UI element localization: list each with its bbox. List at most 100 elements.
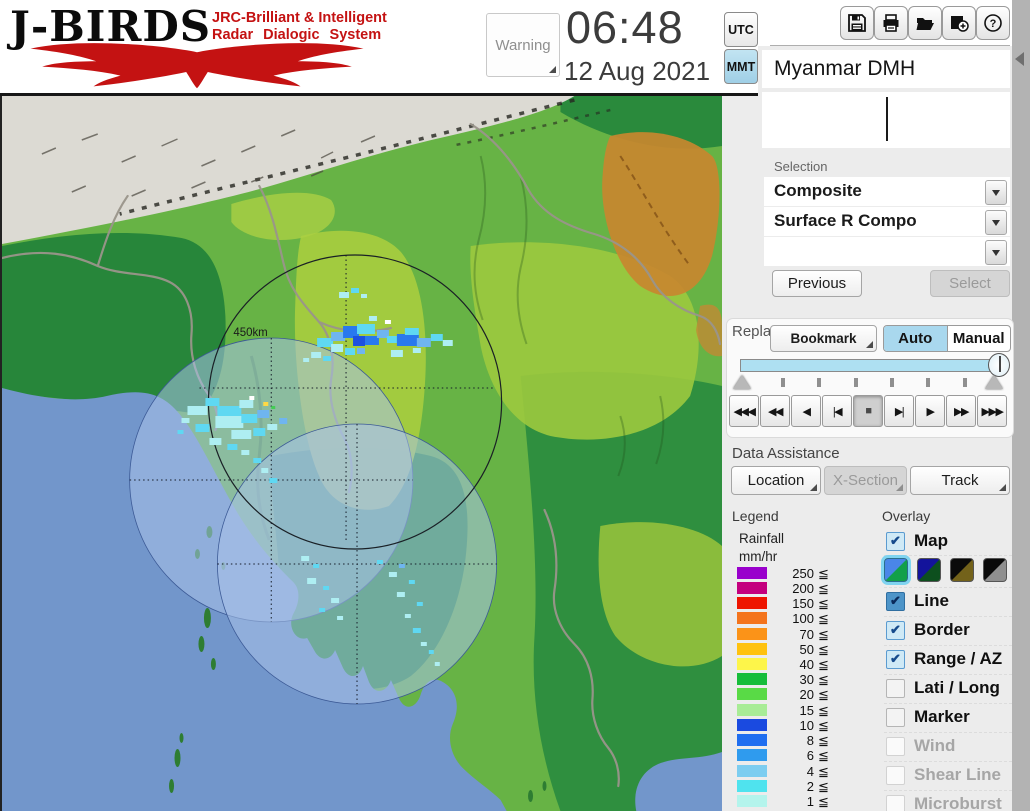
eagle-logo-icon [6, 36, 388, 90]
warning-button[interactable]: Warning [486, 13, 560, 77]
x-section-button[interactable]: X-Section [824, 466, 907, 495]
overlay-row-microburst: Microburst [884, 790, 1012, 811]
legend-value: 50 [768, 642, 814, 657]
help-icon: ? [983, 13, 1003, 33]
replay-timeline-slider[interactable] [740, 359, 1002, 372]
fast-rewind-button[interactable]: ◀◀◀ [729, 395, 759, 427]
timeline-slider-handle[interactable] [988, 353, 1010, 377]
legend-swatch [737, 749, 767, 761]
overlay-row-wind: Wind [884, 732, 1012, 761]
range-az-checkbox[interactable] [886, 650, 905, 669]
radar-map-viewport[interactable]: 450km [0, 96, 722, 811]
chevron-down-icon[interactable] [985, 240, 1007, 265]
play-reverse-button[interactable]: ◀ [791, 395, 821, 427]
composite-dropdown[interactable]: Composite [764, 177, 1010, 206]
selection-section-label: Selection [774, 159, 827, 174]
rewind-button[interactable]: ◀◀ [760, 395, 790, 427]
timeline-tick [963, 378, 967, 387]
location-button[interactable]: Location [731, 466, 821, 495]
shear-line-checkbox [886, 766, 905, 785]
legend-swatch [737, 719, 767, 731]
map-checkbox[interactable] [886, 532, 905, 551]
microburst-checkbox [886, 795, 905, 811]
mmt-button[interactable]: MMT [724, 49, 758, 84]
clock-time: 06:48 [566, 2, 684, 54]
overlay-row-range-az[interactable]: Range / AZ [884, 645, 1012, 674]
legend-swatch [737, 673, 767, 685]
info-divider [886, 97, 888, 141]
legend-value: 70 [768, 627, 814, 642]
parameter-dropdown[interactable] [764, 237, 1010, 266]
auto-mode-button[interactable]: Auto [884, 326, 948, 351]
product-dropdown-value: Surface R Compo [774, 211, 917, 231]
legend-unit-line2: mm/hr [739, 549, 777, 564]
print-icon [881, 13, 901, 33]
timeline-start-marker[interactable] [733, 375, 751, 389]
open-folder-button[interactable] [908, 6, 942, 40]
lati-long-checkbox[interactable] [886, 679, 905, 698]
map-style-swatch-2[interactable] [917, 558, 941, 582]
overlay-row-line[interactable]: Line [884, 587, 1012, 616]
legend-value: 15 [768, 703, 814, 718]
panel-collapse-strip[interactable] [1012, 0, 1030, 811]
product-dropdown[interactable]: Surface R Compo [764, 207, 1010, 236]
fastest-forward-button[interactable]: ▶▶▶ [977, 395, 1007, 427]
map-style-swatch-1[interactable] [884, 558, 908, 582]
bookmark-button[interactable]: Bookmark [770, 325, 877, 352]
utc-button[interactable]: UTC [724, 12, 758, 47]
overlay-row-marker[interactable]: Marker [884, 703, 1012, 732]
overlay-row-map[interactable]: Map [884, 528, 1012, 557]
timeline-end-marker[interactable] [985, 375, 1003, 389]
step-forward-button[interactable]: ▶| [884, 395, 914, 427]
manual-mode-button[interactable]: Manual [948, 326, 1011, 351]
legend-swatch [737, 734, 767, 746]
help-button[interactable]: ? [976, 6, 1010, 40]
station-info-box [762, 92, 1010, 148]
track-button[interactable]: Track [910, 466, 1010, 495]
stop-button[interactable]: ■ [853, 395, 883, 427]
fast-forward-button[interactable]: ▶▶ [946, 395, 976, 427]
legend-swatch [737, 628, 767, 640]
warning-label: Warning [495, 37, 550, 54]
save-icon [847, 13, 867, 33]
legend-swatch [737, 704, 767, 716]
timeline-tick [926, 378, 930, 387]
legend-value: 6 [768, 748, 814, 763]
legend-swatch [737, 582, 767, 594]
border-checkbox[interactable] [886, 621, 905, 640]
svg-text:?: ? [990, 18, 997, 30]
clock-date: 12 Aug 2021 [564, 56, 710, 87]
data-assistance-label: Data Assistance [732, 445, 840, 462]
legend-value: 200 [768, 581, 814, 596]
print-button[interactable] [874, 6, 908, 40]
previous-button[interactable]: Previous [772, 270, 862, 297]
play-button[interactable]: ▶ [915, 395, 945, 427]
save-button[interactable] [840, 6, 874, 40]
collapse-arrow-icon[interactable] [1015, 52, 1024, 66]
overlay-section-label: Overlay [882, 508, 930, 524]
step-back-button[interactable]: |◀ [822, 395, 852, 427]
marker-checkbox[interactable] [886, 708, 905, 727]
register-image-button[interactable] [942, 6, 976, 40]
legend-section-label: Legend [732, 508, 779, 524]
map-style-swatch-3[interactable] [950, 558, 974, 582]
wind-checkbox [886, 737, 905, 756]
legend-unit-line1: Rainfall [739, 531, 784, 546]
open-folder-icon [915, 13, 935, 33]
map-style-swatch-4[interactable] [983, 558, 1007, 582]
chevron-down-icon[interactable] [985, 210, 1007, 235]
register-image-icon [949, 13, 969, 33]
legend-value: 40 [768, 657, 814, 672]
legend-swatch [737, 765, 767, 777]
toolbar-separator [770, 45, 1010, 46]
top-bar: J-BIRDS JRC-Brilliant & Intelligent Rada… [0, 0, 758, 96]
timeline-tick [854, 378, 858, 387]
playback-controls: ◀◀◀ ◀◀ ◀ |◀ ■ ▶| ▶ ▶▶ ▶▶▶ [729, 395, 1007, 427]
line-checkbox[interactable] [886, 592, 905, 611]
radar-map[interactable]: 450km [2, 96, 722, 811]
select-button[interactable]: Select [930, 270, 1010, 297]
legend-swatch [737, 643, 767, 655]
overlay-row-lati-long[interactable]: Lati / Long [884, 674, 1012, 703]
overlay-row-border[interactable]: Border [884, 616, 1012, 645]
chevron-down-icon[interactable] [985, 180, 1007, 205]
